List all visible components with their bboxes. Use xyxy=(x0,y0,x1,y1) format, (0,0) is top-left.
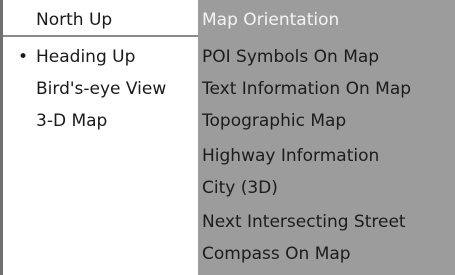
menu-item-highway-information[interactable]: Highway Information xyxy=(202,141,379,171)
orientation-item-north-up[interactable]: North Up xyxy=(3,5,198,37)
menu-item-city-3d[interactable]: City (3D) xyxy=(202,173,278,203)
orientation-item-heading-up[interactable]: • Heading Up xyxy=(3,42,198,72)
menu-item-next-intersecting-street[interactable]: Next Intersecting Street xyxy=(202,207,406,237)
orientation-item-3d-map[interactable]: 3-D Map xyxy=(3,106,198,136)
orientation-item-label: North Up xyxy=(36,10,113,30)
map-options-menu: Map Orientation POI Symbols On Map Text … xyxy=(198,0,455,275)
orientation-item-label: Bird's-eye View xyxy=(36,79,167,99)
menu-item-text-information[interactable]: Text Information On Map xyxy=(202,74,411,104)
menu-item-poi-symbols[interactable]: POI Symbols On Map xyxy=(202,42,379,72)
menu-item-topographic-map[interactable]: Topographic Map xyxy=(202,106,346,136)
orientation-item-birds-eye-view[interactable]: Bird's-eye View xyxy=(3,74,198,104)
menu-item-compass-on-map[interactable]: Compass On Map xyxy=(202,239,351,269)
orientation-submenu: North Up • Heading Up Bird's-eye View 3-… xyxy=(3,0,198,275)
navigation-settings-screen: North Up • Heading Up Bird's-eye View 3-… xyxy=(0,0,455,275)
orientation-item-label: Heading Up xyxy=(36,47,136,67)
orientation-item-label: 3-D Map xyxy=(36,111,108,131)
selected-bullet-icon: • xyxy=(18,47,29,67)
menu-item-map-orientation[interactable]: Map Orientation xyxy=(202,5,339,35)
